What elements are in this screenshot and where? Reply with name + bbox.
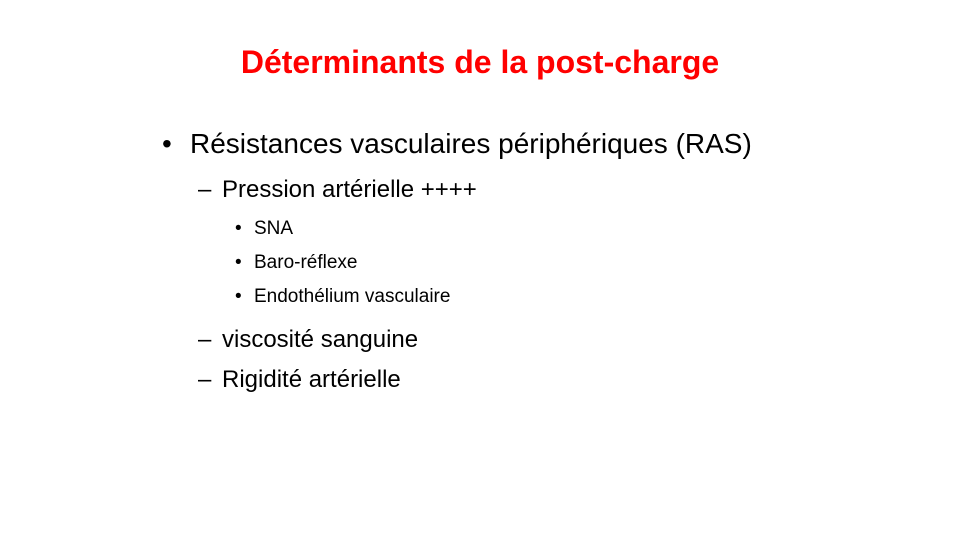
dash-marker: – [198,366,212,393]
dash-marker: – [198,176,212,203]
bullet-marker: • [162,128,172,159]
bullet-item-level3: • Baro-réflexe [160,251,760,275]
bullet-marker: • [235,218,242,239]
bullet-item-level2: – Rigidité artérielle [160,365,760,395]
bullet-item-level2: – viscosité sanguine [160,325,760,355]
bullet-marker: • [235,286,242,307]
bullet-item-level3: • Endothélium vasculaire [160,285,760,309]
bullet-item-level3: • SNA [160,217,760,241]
dash-marker: – [198,326,212,353]
slide-content: • Résistances vasculaires périphériques … [160,125,760,395]
bullet-text: Pression artérielle ++++ [222,176,477,203]
bullet-marker: • [235,252,242,273]
bullet-text: viscosité sanguine [222,326,419,353]
slide-title: Déterminants de la post-charge [240,44,720,80]
bullet-text: Résistances vasculaires périphériques (R… [190,128,752,159]
bullet-text: Baro-réflexe [254,252,358,273]
bullet-item-level1: • Résistances vasculaires périphériques … [160,125,760,163]
bullet-item-level2: – Pression artérielle ++++ [160,175,760,205]
slide: Déterminants de la post-charge • Résista… [0,0,960,540]
bullet-text: Endothélium vasculaire [254,286,451,307]
bullet-text: SNA [254,218,294,239]
bullet-text: Rigidité artérielle [222,366,401,393]
